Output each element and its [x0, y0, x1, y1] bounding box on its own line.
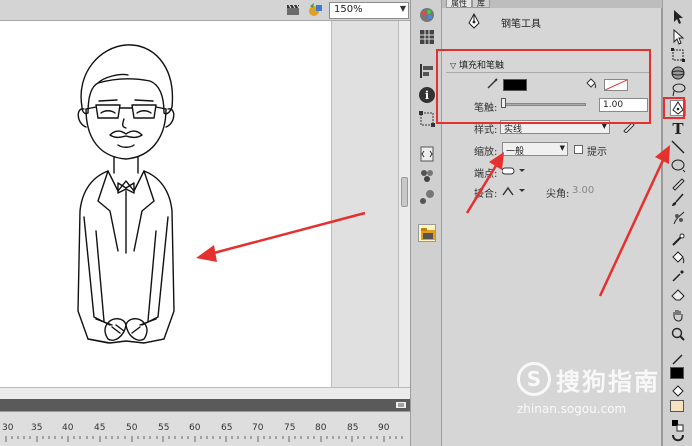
- miter-value[interactable]: 3.00: [572, 185, 594, 196]
- lasso-tool-icon[interactable]: [670, 82, 686, 98]
- join-style-icon[interactable]: [502, 185, 526, 200]
- subselection-tool-icon[interactable]: [670, 28, 686, 45]
- ruler-number: 85: [347, 423, 359, 433]
- hand-tool-icon[interactable]: [670, 308, 686, 324]
- align-panel-icon[interactable]: [418, 62, 436, 80]
- paint-bucket-tool-icon[interactable]: [670, 250, 686, 266]
- tool-name: 钢笔工具: [501, 19, 541, 30]
- watermark-url: zhinan.sogou.com: [517, 402, 627, 416]
- stage-canvas[interactable]: [0, 21, 332, 387]
- chevron-down-icon: ▼: [559, 144, 565, 152]
- swatches-panel-icon[interactable]: [418, 28, 436, 46]
- eyedropper-tool-icon[interactable]: [670, 268, 686, 284]
- free-transform-tool-icon[interactable]: [670, 47, 686, 63]
- ruler-number: 35: [31, 423, 43, 433]
- edit-symbols-icon[interactable]: [308, 3, 324, 17]
- zoom-dropdown[interactable]: 150% ▼: [329, 2, 409, 19]
- tab-properties[interactable]: 属性: [446, 0, 472, 8]
- svg-text:S: S: [527, 367, 541, 391]
- timeline-ruler[interactable]: 30 35 40 45 50 55 60 65 70 75 80 85 90: [0, 411, 410, 446]
- scale-dropdown[interactable]: 一般 ▼: [502, 142, 568, 157]
- zoom-value: 150%: [334, 4, 363, 15]
- svg-text:T: T: [672, 120, 684, 136]
- color-panel-icon[interactable]: [418, 6, 436, 24]
- scale-label: 缩放:: [474, 147, 498, 158]
- cap-style-icon[interactable]: [501, 166, 526, 179]
- deco-tool-icon[interactable]: [670, 210, 686, 226]
- ruler-number: 45: [94, 423, 106, 433]
- cap-label: 端点:: [474, 169, 498, 180]
- horizontal-scrollbar[interactable]: [0, 387, 410, 399]
- snap-to-objects-icon[interactable]: [670, 432, 686, 446]
- info-panel-icon[interactable]: i: [418, 86, 436, 104]
- ruler-number: 55: [158, 423, 170, 433]
- ruler-number: 75: [284, 423, 296, 433]
- library-panel-icon[interactable]: [418, 224, 436, 242]
- chevron-down-icon: ▼: [399, 4, 406, 13]
- motion-presets-icon[interactable]: [418, 189, 436, 207]
- code-snippets-icon[interactable]: [418, 145, 436, 163]
- scale-value: 一般: [506, 147, 525, 157]
- transform-panel-icon[interactable]: [418, 110, 436, 128]
- watermark-title: 搜狗指南: [556, 368, 660, 396]
- annotation-box-fill-stroke: [436, 49, 651, 124]
- ruler-number: 60: [189, 423, 201, 433]
- scrollbar-thumb[interactable]: [401, 177, 408, 207]
- sogou-logo: S: [517, 362, 551, 396]
- vertical-scrollbar[interactable]: [398, 21, 410, 387]
- components-panel-icon[interactable]: [418, 167, 436, 185]
- ruler-number: 50: [126, 423, 138, 433]
- ruler-number: 90: [378, 423, 390, 433]
- stroke-style-value: 实线: [504, 125, 523, 135]
- text-tool-icon[interactable]: T: [670, 120, 686, 138]
- eraser-tool-icon[interactable]: [670, 286, 686, 302]
- line-tool-icon[interactable]: [670, 139, 686, 155]
- 3d-rotation-tool-icon[interactable]: [670, 65, 686, 81]
- zoom-tool-icon[interactable]: [670, 326, 686, 342]
- svg-text:i: i: [425, 89, 429, 102]
- ruler-number: 65: [221, 423, 233, 433]
- ruler-number: 70: [252, 423, 264, 433]
- tab-library[interactable]: 库: [472, 0, 490, 8]
- brush-tool-icon[interactable]: [670, 192, 686, 208]
- bone-tool-icon[interactable]: [670, 232, 686, 248]
- panel-tab-bar: 属性 库: [442, 0, 662, 8]
- stage-toolbar: 150% ▼: [0, 0, 410, 21]
- ruler-number: 80: [315, 423, 327, 433]
- selection-tool-icon[interactable]: [670, 9, 686, 25]
- stage-area: [0, 21, 398, 387]
- join-label: 接合:: [474, 189, 498, 200]
- ruler-number: 30: [2, 423, 14, 433]
- ruler-number: 40: [62, 423, 74, 433]
- pencil-tool-icon[interactable]: [670, 175, 686, 191]
- ruler-ticks: [5, 436, 403, 442]
- annotation-box-pen-tool: [663, 97, 685, 119]
- hint-label: 提示: [587, 147, 607, 158]
- timeline-header: [0, 399, 410, 411]
- edit-scene-icon[interactable]: [286, 3, 302, 17]
- character-drawing: [77, 44, 175, 344]
- miter-label: 尖角:: [546, 189, 570, 200]
- pen-tool-icon: [467, 12, 481, 32]
- hint-checkbox[interactable]: [574, 145, 583, 154]
- oval-tool-icon[interactable]: [670, 157, 686, 173]
- watermark: S 搜狗指南 zhinan.sogou.com: [512, 360, 687, 430]
